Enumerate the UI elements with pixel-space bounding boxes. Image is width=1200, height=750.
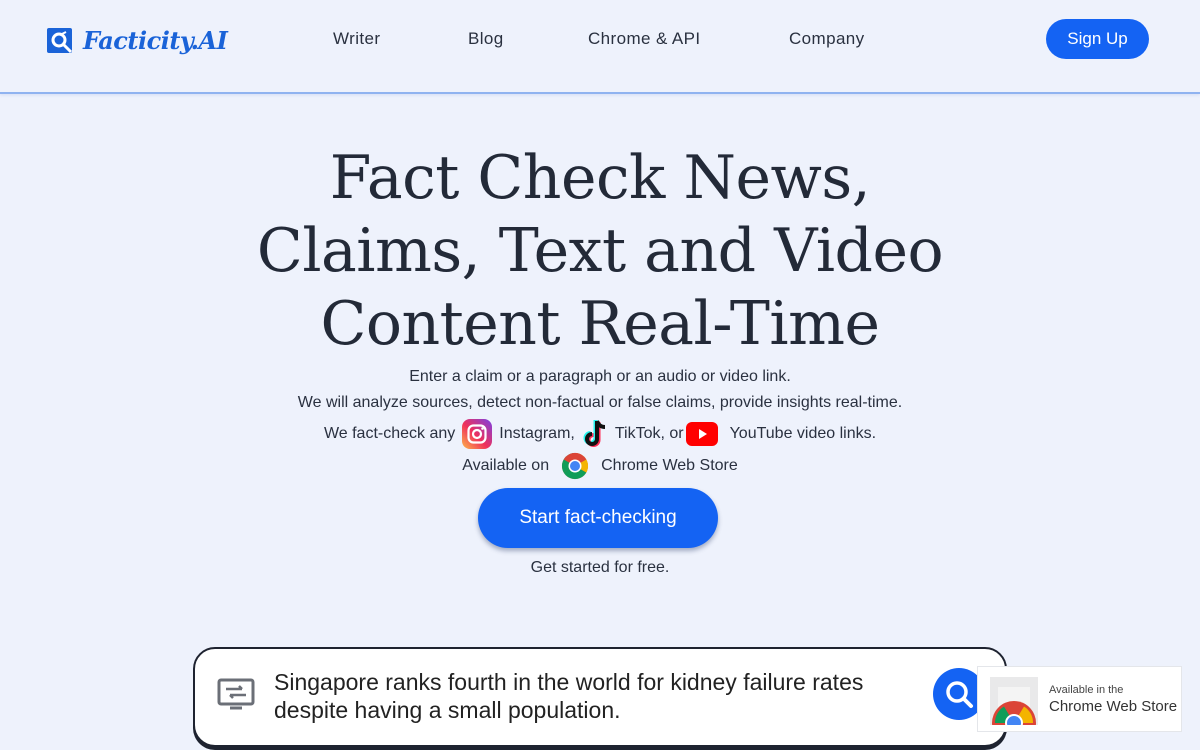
instagram-icon xyxy=(462,419,493,449)
badge-title: Chrome Web Store xyxy=(1049,698,1178,715)
claim-input-text[interactable]: Singapore ranks fourth in the world for … xyxy=(274,668,934,724)
available-row: Available on Chrome Web Store xyxy=(0,451,1200,481)
tiktok-label: TikTok, or xyxy=(614,425,684,442)
nav-writer[interactable]: Writer xyxy=(333,29,380,49)
instagram-label: Instagram, xyxy=(499,425,575,442)
hero-title-line: Fact Check News, xyxy=(329,143,871,213)
youtube-label: YouTube video links. xyxy=(729,425,877,442)
platforms-prefix: We fact-check any xyxy=(323,425,456,442)
youtube-icon xyxy=(685,422,718,446)
chrome-web-store-badge[interactable]: Available in the Chrome Web Store xyxy=(977,666,1182,732)
sign-up-button[interactable]: Sign Up xyxy=(1046,19,1149,59)
platforms-row: We fact-check any Instagram, TikTok, or … xyxy=(0,418,1200,450)
logo-magnifier-icon xyxy=(47,27,73,53)
brand-name: Facticity.AI xyxy=(83,25,228,55)
hero-title-line: Content Real-Time xyxy=(320,289,880,359)
start-fact-checking-button[interactable]: Start fact-checking xyxy=(478,488,718,548)
top-nav: Facticity.AI Writer Blog Chrome & API Co… xyxy=(0,0,1200,94)
tiktok-icon xyxy=(583,420,605,447)
nav-blog[interactable]: Blog xyxy=(468,29,504,49)
hero-title: Fact Check News, Claims, Text and Video … xyxy=(150,142,1050,361)
nav-chrome-api[interactable]: Chrome & API xyxy=(588,29,701,49)
search-icon xyxy=(946,681,973,708)
hero-line-2: We will analyze sources, detect non-fact… xyxy=(297,394,903,411)
hero-line-1: Enter a claim or a paragraph or an audio… xyxy=(409,368,791,385)
hero-title-line: Claims, Text and Video xyxy=(256,216,944,286)
brand-logo[interactable]: Facticity.AI xyxy=(46,24,228,56)
chrome-web-store-link[interactable]: Chrome Web Store xyxy=(601,457,738,475)
chrome-icon xyxy=(562,452,589,480)
claim-input-box[interactable]: Singapore ranks fourth in the world for … xyxy=(193,647,1007,747)
chrome-store-image xyxy=(990,677,1038,725)
chrome-store-logo-icon xyxy=(992,687,1036,725)
badge-caption: Available in the xyxy=(1049,684,1124,696)
text-input-icon xyxy=(217,678,255,710)
available-prefix: Available on xyxy=(462,457,550,474)
cta-subtext: Get started for free. xyxy=(530,559,670,576)
nav-company[interactable]: Company xyxy=(789,29,865,49)
